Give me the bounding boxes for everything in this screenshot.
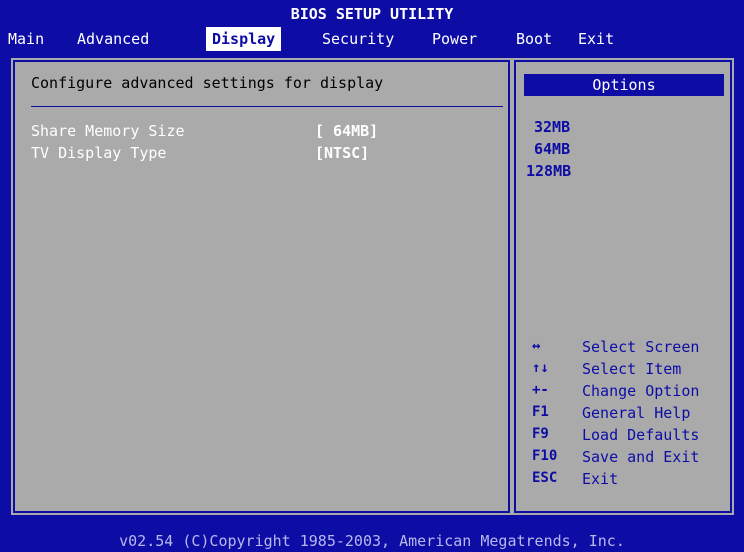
share-memory-size-label[interactable]: Share Memory Size	[31, 122, 185, 140]
help-load-defaults: Load Defaults	[582, 426, 700, 444]
share-memory-size-value[interactable]: [ 64MB]	[315, 122, 378, 140]
settings-panel: Configure advanced settings for display …	[13, 60, 510, 513]
tab-main[interactable]: Main	[8, 27, 44, 51]
help-save-and-exit: Save and Exit	[582, 448, 700, 466]
tv-display-type-value[interactable]: [NTSC]	[315, 144, 369, 162]
key-f1: F1	[532, 404, 549, 420]
left-right-arrow-icon: ↔	[532, 338, 541, 354]
main-panel: Configure advanced settings for display …	[9, 56, 736, 517]
help-select-item: Select Item	[582, 360, 682, 378]
options-title: Options	[524, 74, 724, 96]
window-title: BIOS SETUP UTILITY	[290, 5, 454, 23]
option-32mb[interactable]: 32MB	[534, 118, 570, 136]
copyright-footer: v02.54 (C)Copyright 1985-2003, American …	[119, 532, 625, 550]
tab-power[interactable]: Power	[432, 27, 477, 51]
heading-divider	[31, 106, 503, 107]
tab-advanced[interactable]: Advanced	[77, 27, 149, 51]
panel-heading: Configure advanced settings for display	[31, 74, 384, 92]
help-select-screen: Select Screen	[582, 338, 700, 356]
tab-exit[interactable]: Exit	[578, 27, 614, 51]
help-general-help: General Help	[582, 404, 691, 422]
menu-bar: Main Advanced Display Security Power Boo…	[0, 27, 744, 51]
help-exit: Exit	[582, 470, 619, 488]
tab-security[interactable]: Security	[322, 27, 394, 51]
tv-display-type-label[interactable]: TV Display Type	[31, 144, 166, 162]
option-64mb[interactable]: 64MB	[534, 140, 570, 158]
help-change-option: Change Option	[582, 382, 700, 400]
tab-display[interactable]: Display	[206, 27, 282, 51]
up-down-arrow-icon: ↑↓	[532, 360, 549, 376]
key-esc: ESC	[532, 470, 558, 486]
key-f9: F9	[532, 426, 549, 442]
tab-boot[interactable]: Boot	[516, 27, 552, 51]
key-f10: F10	[532, 448, 558, 464]
option-128mb[interactable]: 128MB	[526, 162, 571, 180]
plus-minus-icon: +-	[532, 382, 549, 398]
options-panel: Options 32MB 64MB 128MB ↔ Select Screen …	[514, 60, 732, 513]
